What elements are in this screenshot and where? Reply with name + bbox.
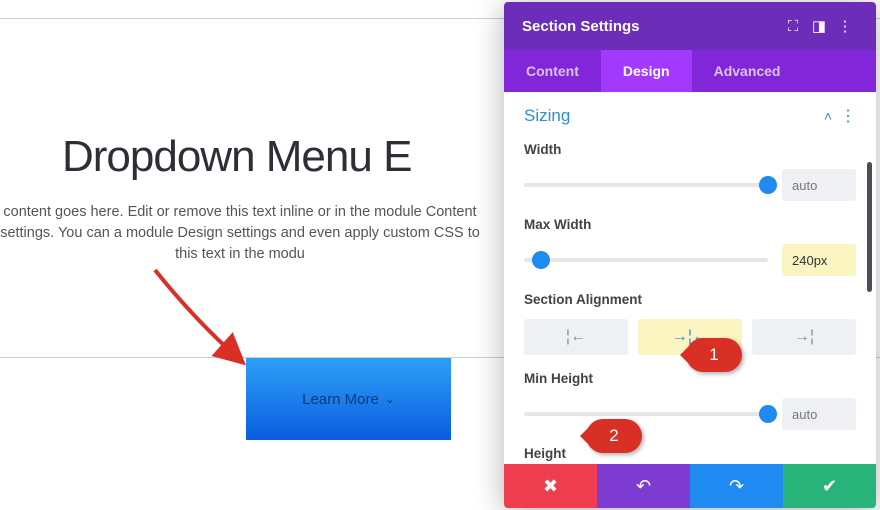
close-icon: ✖ xyxy=(543,476,558,497)
panel-title: Section Settings xyxy=(522,18,780,35)
cancel-button[interactable]: ✖ xyxy=(504,464,597,508)
control-label: Min Height xyxy=(524,371,856,386)
dock-icon[interactable]: ◨ xyxy=(806,17,832,35)
align-right-icon: →¦ xyxy=(794,328,814,346)
chevron-down-icon: ⌄ xyxy=(385,392,395,406)
min-height-slider[interactable] xyxy=(524,412,768,416)
learn-more-label: Learn More xyxy=(302,391,379,408)
width-value[interactable]: auto xyxy=(782,169,856,201)
group-title: Sizing xyxy=(524,106,570,126)
redo-button[interactable]: ↷ xyxy=(690,464,783,508)
slider-knob[interactable] xyxy=(532,251,550,269)
settings-panel: Section Settings ⛶ ◨ ⋮ Content Design Ad… xyxy=(504,2,876,508)
redo-icon: ↷ xyxy=(729,476,744,497)
panel-body: Sizing ˄ ⋮ Width auto Max Width 240px Se… xyxy=(504,92,876,464)
slider-knob[interactable] xyxy=(759,405,777,423)
panel-footer: ✖ ↶ ↷ ✔ xyxy=(504,464,876,508)
tab-advanced[interactable]: Advanced xyxy=(692,50,803,92)
more-icon[interactable]: ⋮ xyxy=(840,106,856,126)
undo-button[interactable]: ↶ xyxy=(597,464,690,508)
chevron-up-icon[interactable]: ˄ xyxy=(824,108,832,124)
page-subtext: content goes here. Edit or remove this t… xyxy=(0,202,480,265)
page-headline: Dropdown Menu E xyxy=(62,132,411,182)
width-slider[interactable] xyxy=(524,183,768,187)
learn-more-button[interactable]: Learn More ⌄ xyxy=(246,358,451,440)
control-label: Max Width xyxy=(524,217,856,232)
slider-knob[interactable] xyxy=(759,176,777,194)
scrollbar[interactable] xyxy=(867,162,872,292)
max-width-slider[interactable] xyxy=(524,258,768,262)
undo-icon: ↶ xyxy=(636,476,651,497)
align-left-icon: ¦← xyxy=(566,328,586,346)
callout-2: 2 xyxy=(586,419,642,453)
tab-content[interactable]: Content xyxy=(504,50,601,92)
control-label: Width xyxy=(524,142,856,157)
align-right-button[interactable]: →¦ xyxy=(752,319,856,355)
min-height-value[interactable]: auto xyxy=(782,398,856,430)
callout-1: 1 xyxy=(686,338,742,372)
control-max-width: Max Width 240px xyxy=(524,217,856,276)
fullscreen-icon[interactable]: ⛶ xyxy=(780,18,806,35)
align-left-button[interactable]: ¦← xyxy=(524,319,628,355)
control-height: Height xyxy=(524,446,856,461)
more-icon[interactable]: ⋮ xyxy=(832,17,858,35)
save-button[interactable]: ✔ xyxy=(783,464,876,508)
control-label: Section Alignment xyxy=(524,292,856,307)
panel-tabs: Content Design Advanced xyxy=(504,50,876,92)
control-width: Width auto xyxy=(524,142,856,201)
tab-design[interactable]: Design xyxy=(601,50,692,92)
check-icon: ✔ xyxy=(822,476,837,497)
control-min-height: Min Height auto xyxy=(524,371,856,430)
group-header-sizing[interactable]: Sizing ˄ ⋮ xyxy=(524,106,856,126)
control-label: Height xyxy=(524,446,856,461)
max-width-value[interactable]: 240px xyxy=(782,244,856,276)
panel-header: Section Settings ⛶ ◨ ⋮ xyxy=(504,2,876,50)
